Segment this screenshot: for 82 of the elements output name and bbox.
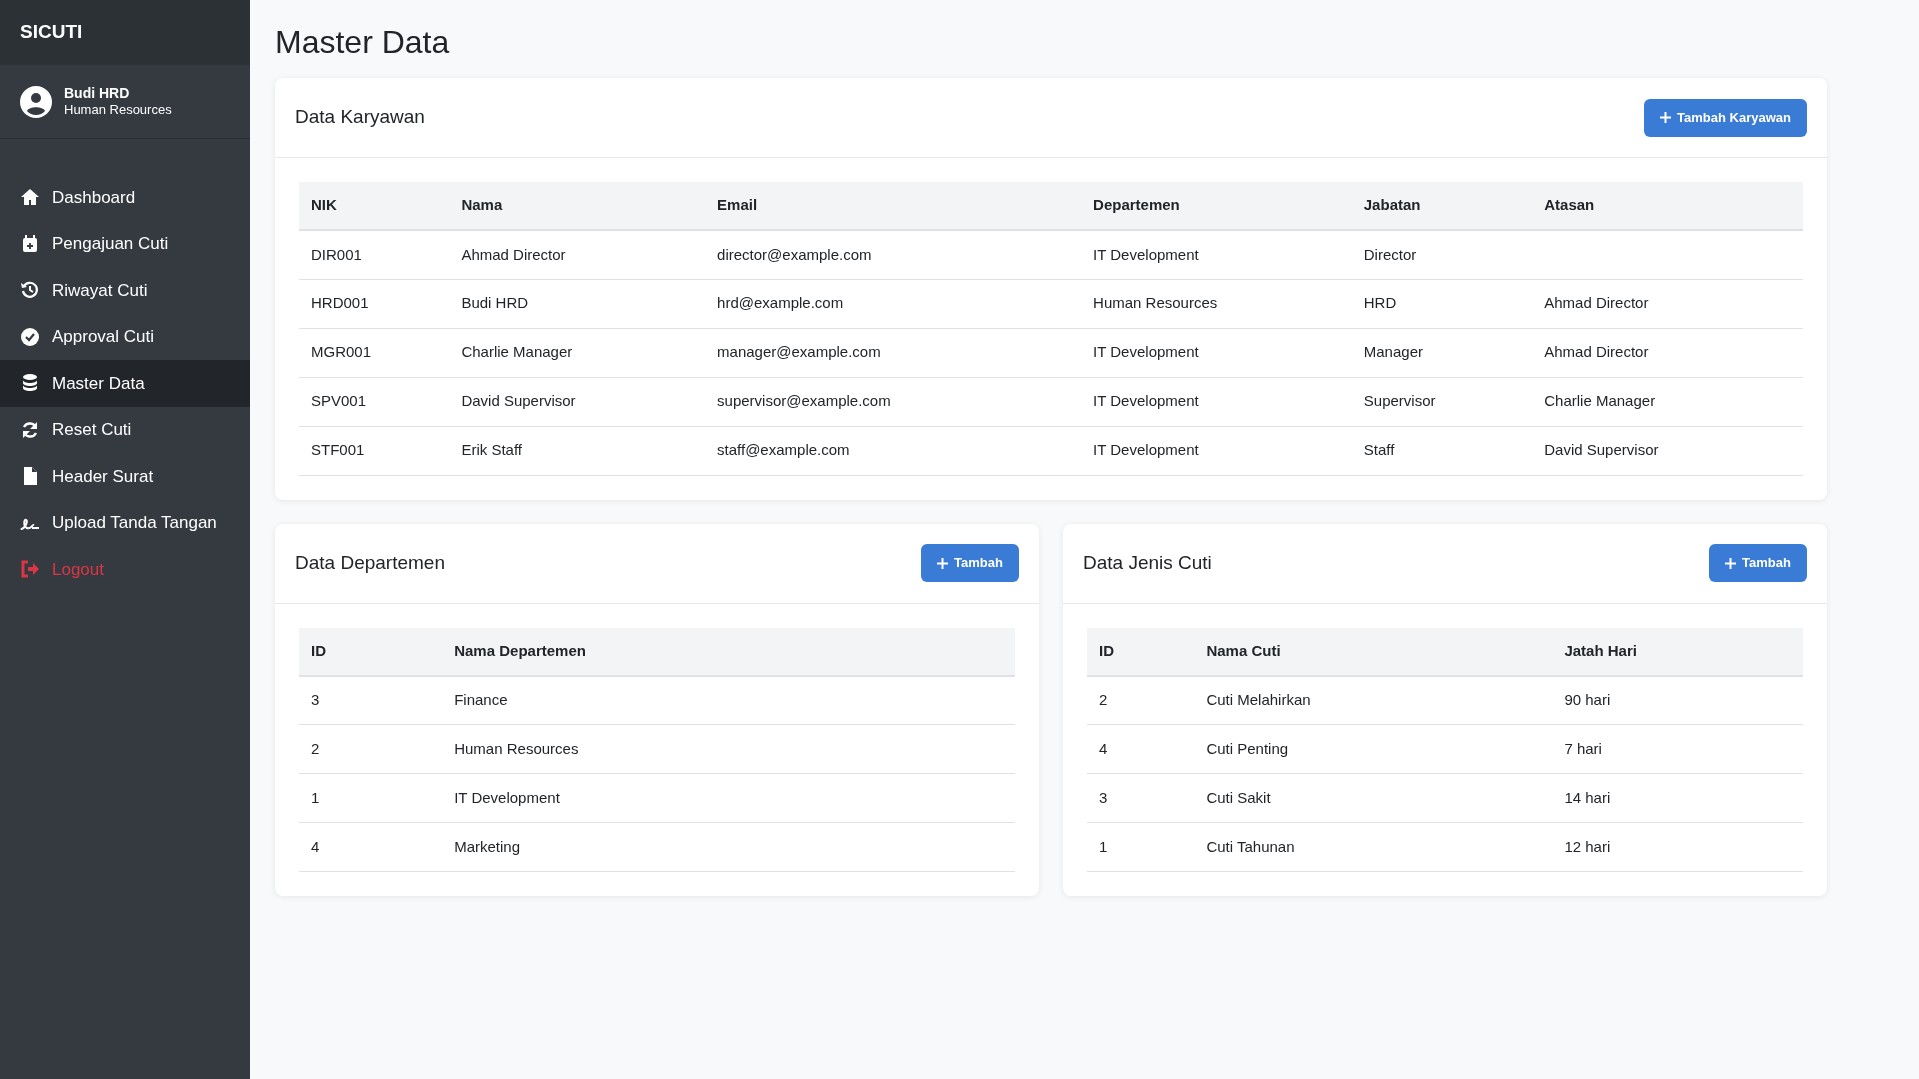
user-avatar-icon	[20, 85, 52, 118]
column-header: Jatah Hari	[1552, 627, 1803, 676]
plus-icon	[1725, 557, 1737, 569]
table-cell: STF001	[299, 426, 450, 475]
table-cell: IT Development	[1081, 426, 1352, 475]
table-cell: David Supervisor	[1532, 426, 1803, 475]
add-button[interactable]: Tambah	[921, 544, 1019, 582]
table-cell: Ahmad Director	[1532, 279, 1803, 328]
card-title: Data Karyawan	[295, 105, 425, 130]
table-cell: Charlie Manager	[1532, 377, 1803, 426]
home-icon	[20, 187, 40, 208]
table-cell: HRD	[1351, 279, 1533, 328]
calendar-icon	[20, 233, 40, 254]
table-cell: hrd@example.com	[705, 279, 1082, 328]
column-header: Departemen	[1081, 182, 1352, 230]
table-cell: Ahmad Director	[449, 230, 706, 279]
table-cell: Director	[1351, 230, 1533, 279]
add-button[interactable]: Tambah Karyawan	[1644, 98, 1807, 137]
table-cell: 1	[299, 773, 443, 823]
table-cell: Charlie Manager	[449, 328, 706, 377]
table-cell: Finance	[442, 675, 1015, 725]
table-cell: manager@example.com	[705, 328, 1082, 377]
table-cell: IT Development	[442, 773, 1015, 823]
column-header: Atasan	[1532, 182, 1803, 230]
column-header: Jabatan	[1351, 182, 1533, 230]
card-title: Data Jenis Cuti	[1083, 550, 1212, 575]
card-title: Data Departemen	[295, 550, 445, 575]
database-icon	[20, 373, 40, 394]
table-cell: IT Development	[1081, 377, 1352, 426]
table-cell: 2	[299, 724, 443, 774]
table-cell: David Supervisor	[449, 377, 706, 426]
table-cell: Human Resources	[1081, 279, 1352, 328]
table-cell: Manager	[1351, 328, 1533, 377]
table-cell: Ahmad Director	[1532, 328, 1803, 377]
table-cell: director@example.com	[705, 230, 1082, 279]
table-cell: 1	[1087, 822, 1195, 872]
table-cell: 14 hari	[1552, 773, 1803, 823]
table-cell: supervisor@example.com	[705, 377, 1082, 426]
table-cell: HRD001	[299, 279, 450, 328]
table-cell: 4	[299, 822, 443, 872]
plus-icon	[1660, 112, 1672, 123]
table-cell: 90 hari	[1552, 675, 1803, 725]
logout-icon	[20, 559, 40, 580]
column-header: Email	[705, 182, 1082, 230]
add-button[interactable]: Tambah	[1709, 544, 1807, 582]
table-cell: Cuti Tahunan	[1194, 822, 1553, 872]
table-cell: 7 hari	[1552, 724, 1803, 774]
table-cell: Human Resources	[442, 724, 1015, 774]
table-cell: Marketing	[442, 822, 1015, 872]
table-cell: staff@example.com	[705, 426, 1082, 475]
table-cell: Erik Staff	[449, 426, 706, 475]
user-name: Budi HRD	[64, 84, 131, 103]
table-cell: MGR001	[299, 328, 450, 377]
table-cell: 3	[1087, 773, 1195, 823]
table-cell: 3	[299, 675, 443, 725]
page-title: Master Data	[275, 23, 451, 62]
sidebar-item[interactable]: Master Data	[0, 360, 250, 407]
table-cell: 2	[1087, 675, 1195, 725]
table-cell: IT Development	[1081, 328, 1352, 377]
column-header: Nama Cuti	[1194, 627, 1553, 676]
table-cell: Cuti Melahirkan	[1194, 675, 1553, 725]
column-header: Nama	[449, 182, 706, 230]
table-cell: Cuti Penting	[1194, 724, 1553, 774]
refresh-icon	[20, 419, 40, 440]
user-department: Human Resources	[64, 102, 172, 119]
column-header: ID	[299, 627, 443, 676]
check-circle-icon	[20, 326, 40, 347]
table-cell: DIR001	[299, 230, 450, 279]
app-brand: SICUTI	[20, 20, 83, 45]
table-cell: IT Development	[1081, 230, 1352, 279]
table-cell: Supervisor	[1351, 377, 1533, 426]
column-header: NIK	[299, 182, 450, 230]
plus-icon	[937, 557, 949, 569]
table-cell: Budi HRD	[449, 279, 706, 328]
table-cell: Staff	[1351, 426, 1533, 475]
table-cell: 4	[1087, 724, 1195, 774]
table-cell: SPV001	[299, 377, 450, 426]
column-header: Nama Departemen	[442, 627, 1015, 676]
table-cell: 12 hari	[1552, 822, 1803, 872]
history-icon	[20, 280, 40, 301]
column-header: ID	[1087, 627, 1195, 676]
table-cell: Cuti Sakit	[1194, 773, 1553, 823]
